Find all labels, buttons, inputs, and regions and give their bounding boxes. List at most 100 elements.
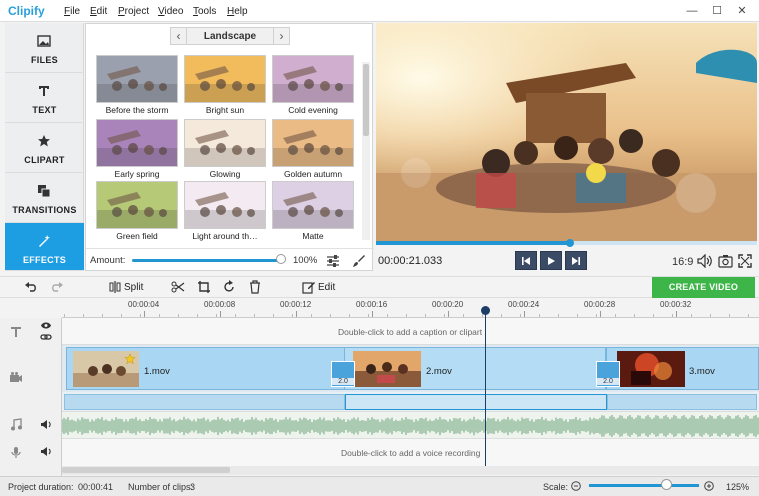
menu-project[interactable]: Project [118, 6, 149, 17]
category-label: Landscape [203, 31, 257, 42]
category-prev-button[interactable]: ‹ [171, 28, 187, 44]
effect-item[interactable]: Before the storm [92, 55, 182, 115]
clip-3-audio-bar[interactable] [607, 394, 757, 410]
sidebar-item-clipart[interactable]: CLIPART [5, 123, 84, 173]
clip-1[interactable] [66, 347, 351, 390]
transition-1-duration: 2.0 [332, 378, 354, 385]
playhead-line[interactable] [485, 312, 486, 466]
effects-scroll-thumb[interactable] [363, 64, 369, 136]
sidebar-item-transitions[interactable]: TRANSITIONS [5, 173, 84, 223]
zoom-out-icon[interactable] [571, 481, 581, 491]
eye-icon[interactable] [40, 321, 52, 330]
split-icon[interactable] [108, 280, 122, 294]
fullscreen-icon[interactable] [738, 254, 752, 268]
menu-tools[interactable]: Tools [193, 6, 216, 17]
transition-2[interactable]: 2.0 [596, 361, 620, 387]
menu-file[interactable]: File [64, 6, 80, 17]
effect-item[interactable]: Light around th… [180, 181, 270, 241]
audio-volume-icon[interactable] [40, 419, 52, 430]
effect-item[interactable]: Early spring [92, 119, 182, 179]
effect-item[interactable]: Golden autumn [268, 119, 358, 179]
play-button[interactable] [540, 251, 562, 270]
rotate-icon[interactable] [222, 280, 236, 294]
ruler-minor-tick [710, 314, 711, 317]
caption-track[interactable]: Double-click to add a caption or clipart [62, 318, 759, 345]
sidebar-item-label: EFFECTS [22, 255, 67, 265]
ruler-minor-tick [539, 314, 540, 317]
amount-slider[interactable] [132, 259, 282, 262]
sidebar-item-effects[interactable]: EFFECTS [5, 223, 84, 271]
music-track[interactable] [62, 412, 759, 439]
timeline-scroll-thumb[interactable] [62, 467, 230, 473]
effect-item[interactable]: Matte [268, 181, 358, 241]
trash-icon[interactable] [248, 280, 262, 294]
transition-2-duration: 2.0 [597, 378, 619, 385]
scale-slider-handle[interactable] [661, 479, 672, 490]
create-video-button[interactable]: CREATE VIDEO [652, 277, 755, 298]
effect-thumbnail [272, 119, 354, 167]
effect-item[interactable]: Cold evening [268, 55, 358, 115]
image-icon [37, 35, 51, 47]
aspect-ratio-selector[interactable]: 16:9 [672, 256, 693, 268]
settings-sliders-icon[interactable] [326, 254, 340, 268]
scale-label: Scale: [543, 482, 569, 492]
sidebar-item-label: CLIPART [24, 155, 65, 165]
effect-item[interactable]: Glowing [180, 119, 270, 179]
skip-back-icon [522, 257, 530, 265]
redo-icon[interactable] [50, 280, 64, 294]
transition-track[interactable] [62, 392, 759, 412]
scale-slider[interactable] [589, 484, 699, 487]
skip-back-button[interactable] [515, 251, 537, 270]
voice-track[interactable]: Double-click to add a voice recording [62, 439, 759, 466]
ruler-tick-label: 00:00:12 [280, 300, 312, 309]
skip-forward-button[interactable] [565, 251, 587, 270]
zoom-in-icon[interactable] [704, 481, 714, 491]
ruler-minor-tick [425, 314, 426, 317]
maximize-button[interactable]: ☐ [707, 3, 727, 19]
scissors-icon[interactable] [171, 280, 185, 294]
link-icon[interactable] [40, 332, 52, 342]
effect-label: Light around th… [192, 231, 258, 241]
effect-label: Before the storm [105, 105, 169, 115]
edit-button[interactable]: Edit [318, 282, 335, 293]
ruler-minor-tick [349, 314, 350, 317]
ruler-minor-tick [330, 314, 331, 317]
clip-2-audio-bar[interactable] [345, 394, 607, 410]
clip-3[interactable] [606, 347, 759, 390]
ruler-minor-tick [159, 314, 160, 317]
split-button[interactable]: Split [124, 282, 143, 293]
ruler-tick-label: 00:00:32 [660, 300, 692, 309]
playback-progress-handle[interactable] [566, 239, 575, 247]
ruler-minor-tick [691, 314, 692, 317]
ruler-minor-tick [216, 314, 217, 317]
volume-icon[interactable] [697, 254, 713, 268]
amount-slider-handle[interactable] [276, 254, 286, 264]
close-button[interactable]: ✕ [732, 3, 752, 19]
camera-icon[interactable] [718, 254, 733, 268]
brush-icon[interactable] [352, 254, 366, 268]
clip-2[interactable] [344, 347, 606, 390]
playhead-handle[interactable] [481, 306, 490, 315]
voice-hint: Double-click to add a voice recording [341, 448, 481, 458]
effect-label: Matte [302, 231, 324, 241]
crop-icon[interactable] [197, 280, 211, 294]
effect-item[interactable]: Bright sun [180, 55, 270, 115]
transition-1[interactable]: 2.0 [331, 361, 355, 387]
undo-icon[interactable] [24, 280, 38, 294]
category-next-button[interactable]: › [273, 28, 289, 44]
clip-2-thumbnail [353, 351, 421, 387]
timeline-ruler[interactable] [62, 299, 759, 318]
effect-item[interactable]: Green field [92, 181, 182, 241]
edit-icon[interactable] [302, 280, 316, 294]
music-waveform [62, 415, 759, 437]
sidebar-item-files[interactable]: FILES [5, 23, 84, 73]
minimize-button[interactable]: — [682, 3, 702, 19]
menu-video[interactable]: Video [158, 6, 183, 17]
voice-volume-icon[interactable] [40, 446, 52, 457]
video-preview[interactable] [376, 23, 757, 241]
menu-help[interactable]: Help [227, 6, 248, 17]
sidebar: FILES TEXT CLIPART TRANSITIONS EFFECTS [5, 23, 84, 271]
clip-1-audio-bar[interactable] [64, 394, 345, 410]
menu-edit[interactable]: Edit [90, 6, 107, 17]
sidebar-item-text[interactable]: TEXT [5, 73, 84, 123]
